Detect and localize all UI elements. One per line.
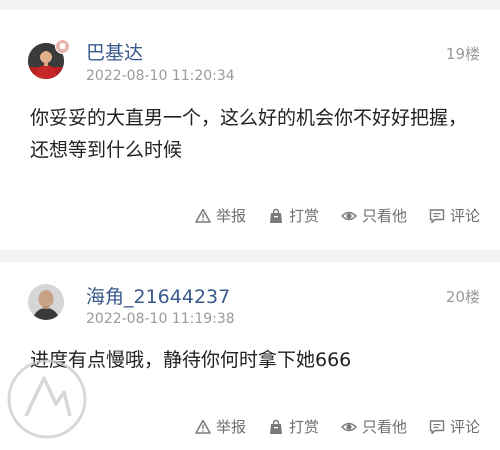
floor-number: 19楼 [445,45,480,63]
gift-bag-icon [269,208,282,223]
only-view-label: 只看他 [361,418,407,436]
only-view-label: 只看他 [361,207,407,225]
comment-icon [429,209,445,224]
avatar-photo-icon [28,284,64,320]
eye-icon [340,211,357,221]
only-view-button[interactable]: 只看他 [340,207,407,225]
comment-label: 评论 [449,418,480,436]
only-view-button[interactable]: 只看他 [340,418,407,436]
gift-bag-icon [269,419,282,434]
tip-button[interactable]: 打赏 [268,207,319,225]
username[interactable]: 巴基达 [86,42,143,64]
tip-label: 打赏 [288,207,319,225]
floor-number: 20楼 [445,288,480,306]
username[interactable]: 海角_21644237 [86,286,230,308]
comment-actions: 举报 打赏 只看他 评论 [173,417,480,437]
comment-button[interactable]: 评论 [429,207,480,225]
comment-timestamp: 2022-08-10 11:20:34 [86,68,235,84]
report-label: 举报 [215,418,246,436]
report-button[interactable]: 举报 [195,207,246,225]
comment-text: 进度有点慢哦，静待你何时拿下她666 [30,349,352,371]
warning-icon [195,208,211,223]
warning-icon [195,419,211,434]
comment-timestamp: 2022-08-10 11:19:38 [86,311,235,327]
user-badge-icon: ■ [55,39,70,54]
tip-button[interactable]: 打赏 [268,418,319,436]
report-label: 举报 [215,207,246,225]
comment-icon [429,420,445,435]
comment-actions: 举报 打赏 只看他 评论 [173,206,480,226]
comment-card: ■ 巴基达 2022-08-10 11:20:34 19楼 你妥妥的大直男一个，… [0,10,500,250]
comment-button[interactable]: 评论 [429,418,480,436]
user-avatar[interactable] [28,284,64,320]
report-button[interactable]: 举报 [195,418,246,436]
comment-label: 评论 [449,207,480,225]
tip-label: 打赏 [288,418,319,436]
comment-text: 你妥妥的大直男一个，这么好的机会你不好好把握，还想等到什么时候 [30,107,468,161]
eye-icon [340,422,357,432]
watermark-logo-icon [7,359,87,439]
